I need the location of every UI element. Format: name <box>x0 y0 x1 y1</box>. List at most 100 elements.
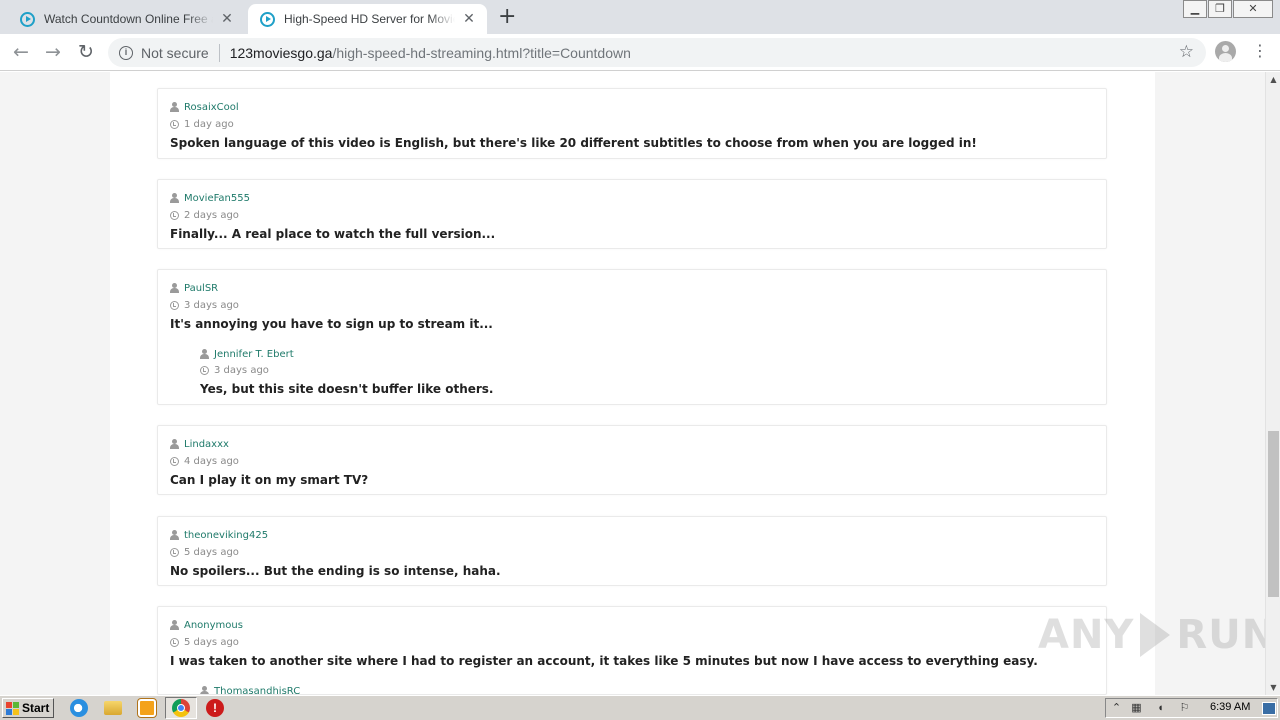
clock-icon <box>170 637 179 647</box>
new-tab-plus-icon[interactable]: + <box>498 6 516 28</box>
comment-card: MovieFan555 2 days ago Finally... A real… <box>157 179 1107 249</box>
comment-author[interactable]: Anonymous <box>170 618 1038 632</box>
author-name[interactable]: theoneviking425 <box>184 530 268 541</box>
comment-card: Anonymous 5 days ago I was taken to anot… <box>157 606 1107 695</box>
clock-icon <box>170 210 179 220</box>
comment-card: PaulSR 3 days ago It's annoying you have… <box>157 269 1107 405</box>
scroll-up-arrow-icon[interactable]: ▲ <box>1266 72 1280 87</box>
user-icon <box>170 620 179 630</box>
tab-title: Watch Countdown Online Free at 12 <box>44 12 213 26</box>
comment-author[interactable]: RosaixCool <box>170 100 977 114</box>
show-desktop-icon[interactable] <box>1262 702 1276 715</box>
scroll-down-arrow-icon[interactable]: ▼ <box>1266 680 1280 695</box>
clock-icon <box>170 456 179 466</box>
comment-author[interactable]: theoneviking425 <box>170 528 501 542</box>
play-favicon-icon <box>260 11 275 27</box>
comment-text: Yes, but this site doesn't buffer like o… <box>200 382 494 396</box>
watermark-play-icon <box>1140 613 1171 657</box>
comment-text: Can I play it on my smart TV? <box>170 473 369 487</box>
user-icon <box>200 686 209 694</box>
author-name[interactable]: PaulSR <box>184 283 218 294</box>
forward-arrow-icon[interactable]: → <box>41 41 65 65</box>
tab-watch-countdown[interactable]: Watch Countdown Online Free at 12 ✕ <box>8 4 245 34</box>
comment-time: 4 days ago <box>170 454 368 468</box>
comment-card: Lindaxxx 4 days ago Can I play it on my … <box>157 425 1107 495</box>
comment-time: 5 days ago <box>170 545 501 559</box>
chrome-icon[interactable] <box>172 699 190 717</box>
restore-window-icon[interactable]: ❐ <box>1208 0 1232 18</box>
start-label: Start <box>22 701 50 715</box>
user-icon <box>170 193 179 203</box>
close-window-icon[interactable]: ✕ <box>1233 0 1273 18</box>
comment-time: 5 days ago <box>170 635 1038 649</box>
profile-avatar-icon[interactable] <box>1215 41 1236 62</box>
tab-high-speed-server[interactable]: High-Speed HD Server for Movie and ✕ <box>248 4 487 34</box>
time-label: 5 days ago <box>184 546 239 558</box>
clock-icon <box>170 119 179 129</box>
play-favicon-icon <box>20 11 35 27</box>
bookmark-star-icon[interactable]: ☆ <box>1179 42 1194 62</box>
comment-author[interactable]: Lindaxxx <box>170 437 368 451</box>
start-button[interactable]: Start <box>2 698 54 718</box>
address-bar[interactable]: i Not secure 123moviesgo.ga/high-speed-h… <box>108 38 1206 67</box>
comment-time: 2 days ago <box>170 208 495 222</box>
volume-icon[interactable]: ◖ <box>1154 702 1167 715</box>
minimize-window-icon[interactable]: ▁ <box>1183 0 1207 18</box>
stop-sign-icon[interactable]: ! <box>206 699 224 717</box>
comment-text: I was taken to another site where I had … <box>170 654 1038 668</box>
tab-strip: Watch Countdown Online Free at 12 ✕ High… <box>0 0 1280 34</box>
comment-card: theoneviking425 5 days ago No spoilers..… <box>157 516 1107 586</box>
watermark-right-text: RUN <box>1176 612 1277 658</box>
user-icon <box>170 283 179 293</box>
vertical-scrollbar[interactable]: ▲ ▼ <box>1265 72 1280 695</box>
watermark-left-text: ANY <box>1038 612 1135 658</box>
ie-icon[interactable] <box>70 699 88 717</box>
author-name[interactable]: MovieFan555 <box>184 193 250 204</box>
comment-text: No spoilers... But the ending is so inte… <box>170 564 501 578</box>
comment-card: RosaixCool 1 day ago Spoken language of … <box>157 88 1107 159</box>
comment-reply: ThomasandhisRC <box>200 684 300 695</box>
clock-icon <box>200 365 209 375</box>
tray-expand-icon[interactable]: ⌃ <box>1110 702 1123 715</box>
anyrun-watermark-logo: ANY RUN <box>1038 612 1276 658</box>
comment-text: It's annoying you have to sign up to str… <box>170 317 493 331</box>
author-name[interactable]: ThomasandhisRC <box>214 686 300 695</box>
network-icon[interactable]: ▦ <box>1130 702 1143 715</box>
comment-text: Finally... A real place to watch the ful… <box>170 227 496 241</box>
author-name[interactable]: RosaixCool <box>184 102 239 113</box>
comment-author[interactable]: ThomasandhisRC <box>200 684 300 695</box>
comment-author[interactable]: PaulSR <box>170 281 493 295</box>
browser-toolbar: ← → ↻ i Not secure 123moviesgo.ga/high-s… <box>0 34 1280 71</box>
clock-icon <box>170 300 179 310</box>
explorer-folder-icon[interactable] <box>104 701 122 715</box>
kebab-menu-icon[interactable]: ⋮ <box>1252 42 1268 60</box>
action-center-flag-icon[interactable]: ⚐ <box>1178 702 1191 715</box>
close-icon[interactable]: ✕ <box>219 11 235 27</box>
tab-title: High-Speed HD Server for Movie and <box>284 12 455 26</box>
comment-author[interactable]: MovieFan555 <box>170 191 495 205</box>
user-icon <box>170 439 179 449</box>
close-icon[interactable]: ✕ <box>461 11 477 27</box>
scrollbar-thumb[interactable] <box>1268 431 1279 597</box>
reload-icon[interactable]: ↻ <box>74 41 98 65</box>
time-label: 2 days ago <box>184 209 239 221</box>
comment-time: 3 days ago <box>170 298 493 312</box>
user-icon <box>170 530 179 540</box>
media-player-icon[interactable] <box>138 699 156 717</box>
info-icon[interactable]: i <box>119 45 133 60</box>
url-path: /high-speed-hd-streaming.html?title=Coun… <box>332 44 631 61</box>
comment-reply: Jennifer T. Ebert 3 days ago Yes, but th… <box>200 347 494 396</box>
system-tray: ⌃ ▦ ◖ ⚐ 6:39 AM <box>1105 698 1278 718</box>
back-arrow-icon[interactable]: ← <box>9 41 33 65</box>
comment-time: 3 days ago <box>200 363 494 377</box>
comment-text: Spoken language of this video is English… <box>170 136 977 150</box>
author-name[interactable]: Jennifer T. Ebert <box>214 349 294 360</box>
taskbar-clock[interactable]: 6:39 AM <box>1210 701 1250 713</box>
author-name[interactable]: Anonymous <box>184 620 243 631</box>
time-label: 1 day ago <box>184 118 234 130</box>
author-name[interactable]: Lindaxxx <box>184 439 229 450</box>
user-icon <box>170 102 179 112</box>
comment-author[interactable]: Jennifer T. Ebert <box>200 347 494 361</box>
time-label: 3 days ago <box>184 299 239 311</box>
time-label: 5 days ago <box>184 636 239 648</box>
